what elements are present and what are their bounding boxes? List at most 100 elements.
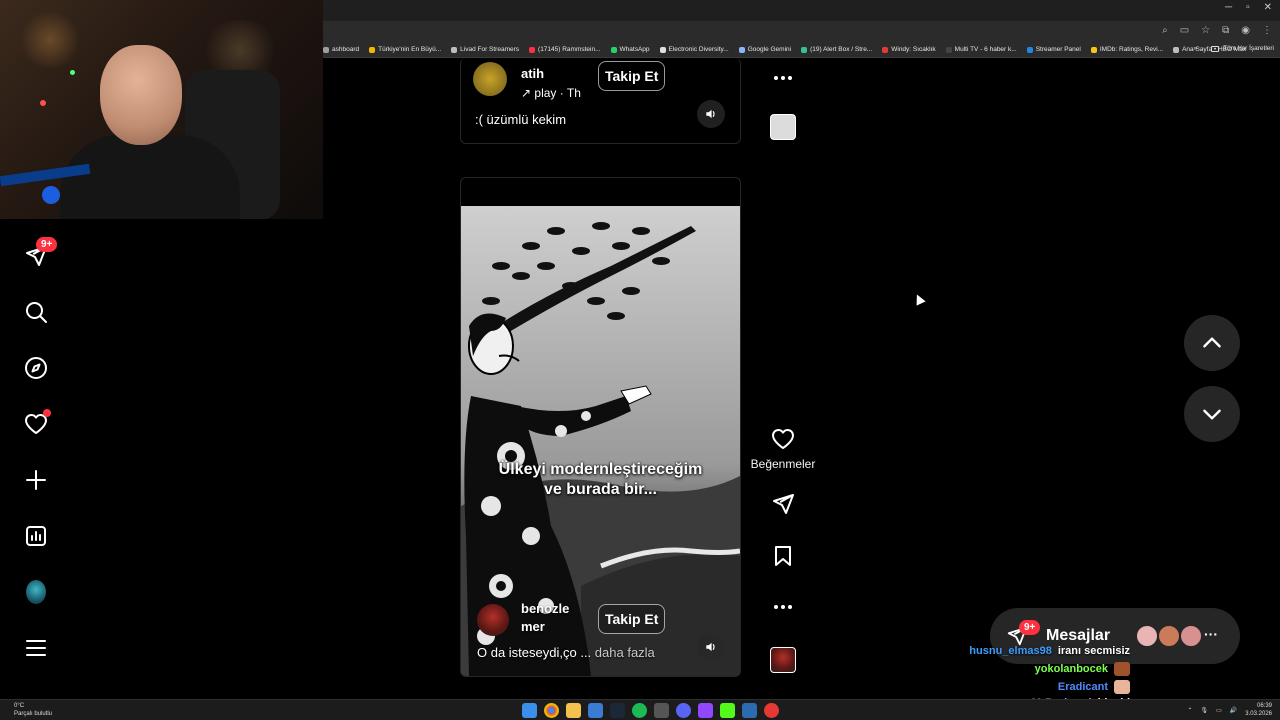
bookmark-item[interactable]: Windy: Sıcaklık — [882, 46, 936, 53]
dashboard-nav[interactable] — [22, 522, 50, 550]
reel-previous-username[interactable]: atih — [521, 66, 544, 81]
star-icon[interactable]: ☆ — [1201, 25, 1210, 36]
reel-previous-follow-button[interactable]: Takip Et — [598, 61, 666, 91]
bookmark-item[interactable]: WhatsApp — [610, 46, 650, 53]
volume-icon[interactable]: 🔊 — [1230, 707, 1237, 714]
bookmark-item[interactable]: Google Gemini — [738, 46, 791, 53]
profile-icon[interactable]: ◉ — [1241, 25, 1250, 36]
reel-current-avatar[interactable] — [477, 604, 509, 636]
message-avatar — [1135, 624, 1159, 648]
reel-current-volume-button[interactable] — [697, 633, 725, 661]
reel-previous-more-button[interactable] — [748, 66, 818, 90]
volume-icon — [706, 642, 715, 652]
more-nav[interactable] — [22, 634, 50, 662]
volume-icon — [706, 109, 715, 119]
folder-icon — [1211, 45, 1220, 52]
restore-icon[interactable]: ▫ — [1246, 2, 1250, 13]
close-icon[interactable]: ✕ — [1264, 2, 1272, 13]
reel-previous-avatar[interactable] — [473, 62, 507, 96]
app-icon[interactable] — [588, 703, 603, 718]
bookmarks-bar: ashboard Türkiye'nin En Büyü... Livad For … — [323, 42, 1280, 58]
message-avatar — [1157, 624, 1181, 648]
next-reel-button[interactable] — [1184, 386, 1240, 442]
reel-current-more-button[interactable] — [748, 595, 818, 619]
minimize-icon[interactable]: ─ — [1225, 2, 1232, 13]
notifications-nav[interactable]: 9+ — [22, 237, 58, 270]
menu-kebab-icon[interactable]: ⋮ — [1262, 25, 1272, 36]
windows-start-icon[interactable] — [522, 703, 537, 718]
bookmark-item[interactable]: Streamer Panel — [1026, 46, 1081, 53]
reel-current-caption[interactable]: O da isteseydi,ço ... daha fazla — [477, 645, 655, 660]
bookmark-favicon-icon — [1173, 46, 1180, 53]
reel-current-audio-thumb[interactable] — [770, 647, 796, 673]
cast-icon[interactable]: ▭ — [1180, 25, 1189, 36]
reel-current[interactable]: Ülkeyi modernleştireceğim ve burada bir.… — [460, 177, 741, 677]
like-button[interactable]: Beğenmeler — [748, 427, 818, 471]
share-button[interactable] — [748, 492, 818, 516]
discord-icon[interactable] — [676, 703, 691, 718]
clock-time: 06:39 — [1256, 703, 1272, 709]
bookmark-item[interactable]: ashboard — [323, 46, 359, 53]
previous-reel-button[interactable] — [1184, 315, 1240, 371]
extensions-icon[interactable]: ⧉ — [1222, 25, 1229, 36]
kick-icon[interactable] — [720, 703, 735, 718]
chat-username: Eradicant — [1057, 681, 1108, 693]
profile-avatar — [26, 580, 46, 604]
bookmark-label: IMDb: Ratings, Revi... — [1099, 46, 1164, 53]
bookmarks-more[interactable]: » — [1193, 45, 1197, 52]
chevron-up-icon[interactable]: ⌃ — [1187, 707, 1192, 714]
activity-dot — [43, 409, 51, 417]
explore-nav[interactable] — [22, 354, 50, 382]
all-bookmarks-link[interactable]: Tüm Yer İşaretleri — [1223, 45, 1274, 52]
chat-message: Eradicant — [1058, 680, 1130, 694]
profile-nav[interactable] — [22, 578, 50, 606]
reel-current-follow-button[interactable]: Takip Et — [598, 604, 666, 634]
bookmark-item[interactable]: IMDb: Ratings, Revi... — [1090, 46, 1164, 53]
search-nav[interactable] — [22, 298, 50, 326]
bookmark-item[interactable]: (19) Alert Box / Stre... — [801, 46, 872, 53]
bookmarks-right: » Tüm Yer İşaretleri — [1193, 45, 1274, 52]
microphone-icon[interactable]: 🎙 — [1201, 707, 1209, 714]
messages-badge: 9+ — [1019, 620, 1041, 635]
twitch-icon[interactable] — [698, 703, 713, 718]
spotify-icon[interactable] — [632, 703, 647, 718]
bookmark-label: Multi TV - 6 haber k... — [954, 46, 1017, 53]
heart-icon — [772, 429, 794, 449]
chat-message: husnu_elmas98 iranı secmisiz — [969, 645, 1130, 657]
reel-current-username-line2[interactable]: mer — [521, 619, 545, 634]
reel-previous-song[interactable]: ↗ play · Th — [521, 86, 581, 100]
clock[interactable]: 06:39 3.03.2026 — [1245, 702, 1272, 718]
bookmark-item[interactable]: Türkiye'nin En Büyü... — [369, 46, 441, 53]
streamer-body — [60, 135, 240, 219]
network-icon[interactable]: ▭ — [1216, 707, 1222, 714]
reel-current-username-line1[interactable]: benozle — [521, 601, 569, 616]
bookmark-item[interactable]: (17145) Rammstein... — [529, 46, 601, 53]
activity-nav[interactable] — [22, 409, 51, 438]
weather-widget[interactable]: 0°C Parçalı bulutlu — [14, 702, 52, 718]
messages-label[interactable]: Mesajlar — [1046, 627, 1110, 645]
bookmark-label: (19) Alert Box / Stre... — [810, 46, 873, 53]
create-nav[interactable] — [22, 466, 50, 494]
app-icon[interactable] — [742, 703, 757, 718]
bookmark-favicon-icon — [369, 46, 376, 53]
bookmark-icon — [775, 546, 791, 566]
file-explorer-icon[interactable] — [566, 703, 581, 718]
reel-previous-volume-button[interactable] — [697, 100, 725, 128]
chrome-icon[interactable] — [544, 703, 559, 718]
obs-icon[interactable] — [764, 703, 779, 718]
bookmark-item[interactable]: Electronic Diversity... — [659, 46, 729, 53]
bookmark-favicon-icon — [801, 46, 808, 53]
bookmark-item[interactable]: Livad For Streamers — [451, 46, 519, 53]
steam-icon[interactable] — [610, 703, 625, 718]
address-bar-area: ⌕ ▭ ☆ ⧉ ◉ ⋮ — [323, 21, 1280, 42]
save-button[interactable] — [748, 544, 818, 568]
reel-previous-song-text: play · Th — [534, 86, 581, 100]
zoom-icon[interactable]: ⌕ — [1162, 25, 1168, 36]
reel-previous-audio-thumb[interactable] — [770, 114, 796, 140]
reel-previous[interactable]: atih ↗ play · Th Takip Et :( üzümlü keki… — [460, 58, 741, 144]
calculator-icon[interactable] — [654, 703, 669, 718]
bookmark-item[interactable]: Multi TV - 6 haber k... — [945, 46, 1017, 53]
likes-label[interactable]: Beğenmeler — [751, 457, 816, 471]
more-horizontal-icon[interactable]: ··· — [1204, 626, 1218, 642]
reel-current-caption-more[interactable]: daha fazla — [595, 645, 655, 660]
